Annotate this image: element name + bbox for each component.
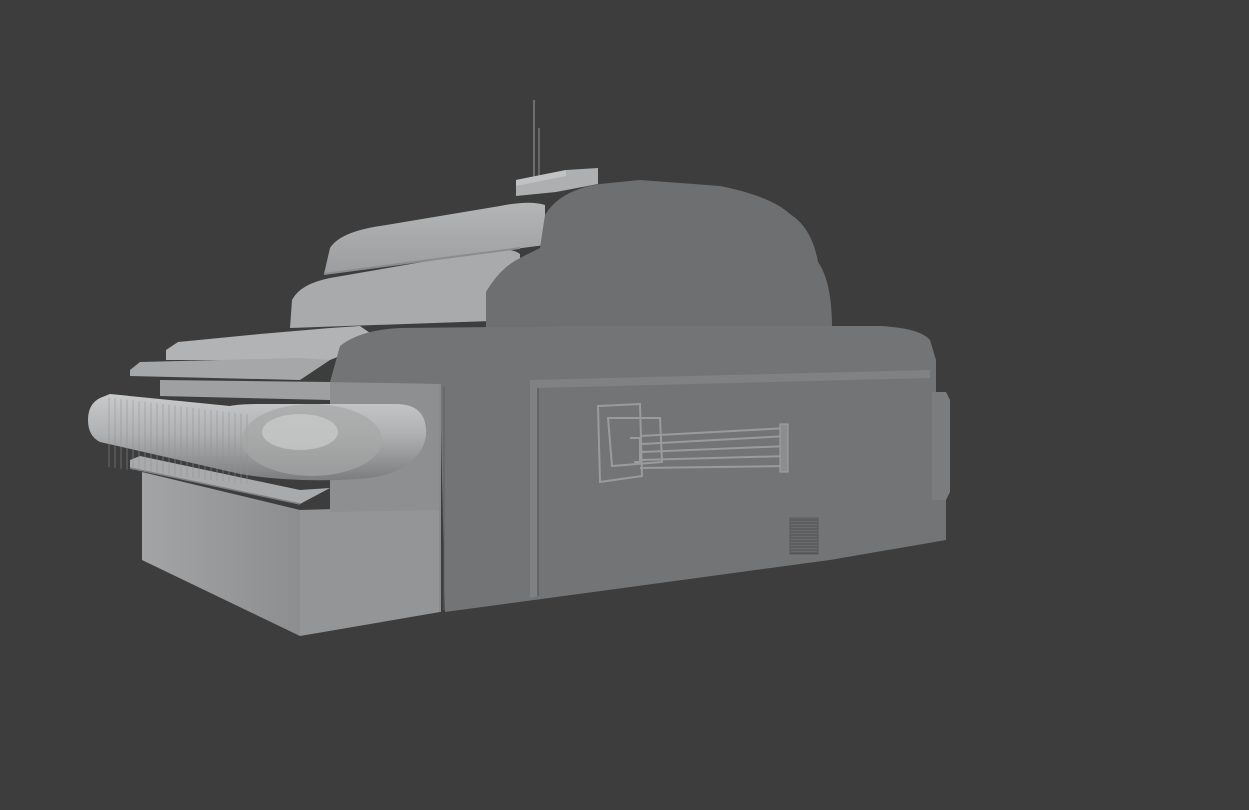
side-pipe	[88, 394, 427, 485]
right-edge-panel	[932, 392, 950, 500]
vent-grille	[789, 517, 819, 555]
3d-viewport[interactable]	[0, 0, 1249, 810]
vehicle-model	[88, 100, 950, 636]
upper-cabin-side	[486, 180, 832, 330]
antenna	[533, 100, 540, 178]
